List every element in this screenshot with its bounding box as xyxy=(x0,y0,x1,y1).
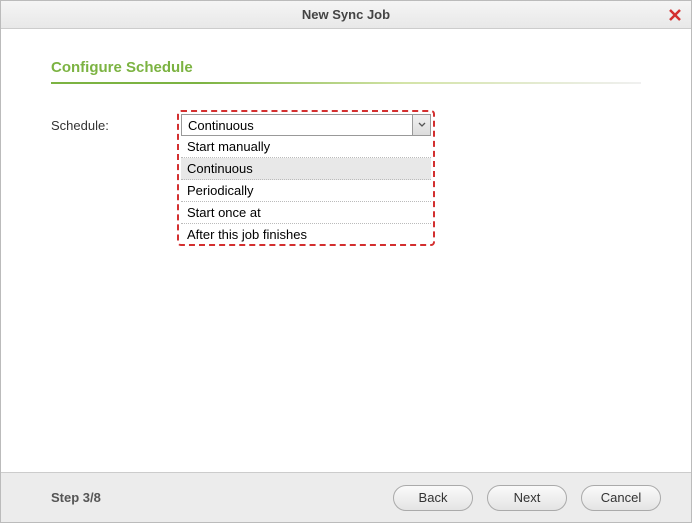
schedule-label: Schedule: xyxy=(51,114,181,133)
option-start-once-at[interactable]: Start once at xyxy=(181,202,431,224)
close-icon xyxy=(668,8,682,22)
step-indicator: Step 3/8 xyxy=(51,490,101,505)
titlebar: New Sync Job xyxy=(1,1,691,29)
section-divider xyxy=(51,82,641,84)
chevron-down-icon xyxy=(418,122,426,128)
schedule-dropdown: Start manually Continuous Periodically S… xyxy=(181,136,431,245)
schedule-row: Schedule: Continuous Start manually Cont… xyxy=(51,114,641,136)
option-periodically[interactable]: Periodically xyxy=(181,180,431,202)
dialog-title: New Sync Job xyxy=(302,7,390,22)
option-start-manually[interactable]: Start manually xyxy=(181,136,431,158)
back-button[interactable]: Back xyxy=(393,485,473,511)
select-arrow[interactable] xyxy=(412,115,430,135)
dialog-window: New Sync Job Configure Schedule Schedule… xyxy=(0,0,692,523)
option-after-job-finishes[interactable]: After this job finishes xyxy=(181,224,431,245)
section-title: Configure Schedule xyxy=(51,59,641,76)
close-button[interactable] xyxy=(667,7,683,23)
schedule-select-wrapper: Continuous Start manually Continuous Per… xyxy=(181,114,431,136)
cancel-button[interactable]: Cancel xyxy=(581,485,661,511)
schedule-select-value: Continuous xyxy=(188,118,254,133)
content-area: Configure Schedule Schedule: Continuous … xyxy=(1,29,691,472)
next-button[interactable]: Next xyxy=(487,485,567,511)
footer: Step 3/8 Back Next Cancel xyxy=(1,472,691,522)
schedule-select[interactable]: Continuous xyxy=(181,114,431,136)
option-continuous[interactable]: Continuous xyxy=(181,158,431,180)
footer-buttons: Back Next Cancel xyxy=(393,485,661,511)
